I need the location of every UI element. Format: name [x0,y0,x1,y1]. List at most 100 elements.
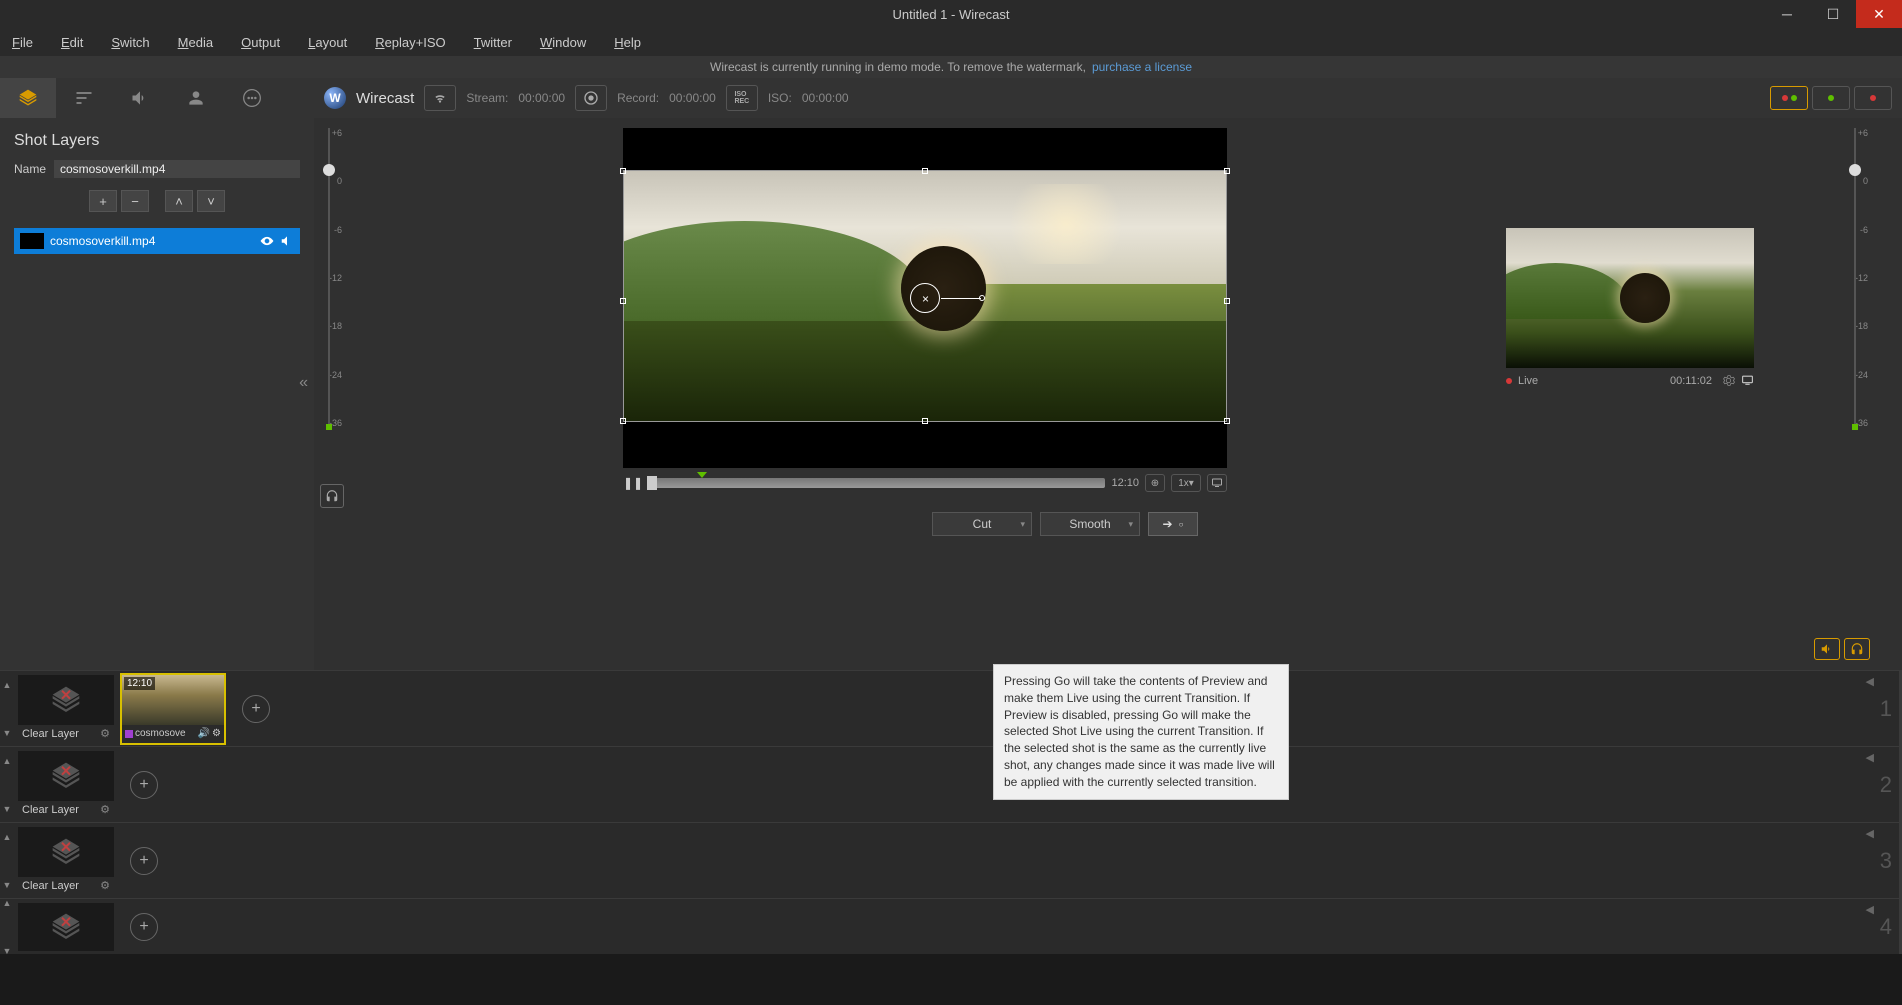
master-layer-1: ▲▼ Clear Layer⚙ 12:10 cosmosove🔊⚙ + ◀ 1 [0,670,1902,746]
live-vu-meter: +6 0 -6 -12 -18 -24 -36 [1840,128,1870,468]
menu-media[interactable]: Media [178,35,213,50]
speaker-icon [1820,642,1834,656]
add-shot-button[interactable]: + [130,913,158,941]
clear-layers-icon [46,684,86,716]
add-shot-button[interactable]: + [242,695,270,723]
gear-icon[interactable]: ⚙ [212,728,221,739]
transition-cut[interactable]: Cut▾ [932,512,1032,536]
preview-canvas[interactable]: × [623,128,1227,468]
stream-time: 00:00:00 [518,91,565,105]
headphones-button[interactable] [320,484,344,508]
clear-layer-tile[interactable]: Clear Layer⚙ [18,751,114,819]
person-icon [186,88,206,108]
live-time: 00:11:02 [1670,375,1712,387]
eye-icon[interactable] [260,234,274,248]
monitor-icon[interactable] [1741,374,1754,387]
menu-window[interactable]: Window [540,35,586,50]
demo-text: Wirecast is currently running in demo mo… [710,60,1086,74]
status-indicator-2[interactable] [1812,86,1850,110]
clear-layers-icon [46,911,86,943]
live-speaker-button[interactable] [1814,638,1840,660]
layer-item-thumb [20,233,44,249]
menu-replay[interactable]: Replay+ISO [375,35,445,50]
layer-item-label: cosmosoverkill.mp4 [50,234,155,248]
wirecast-logo-icon: W [324,87,346,109]
menu-switch[interactable]: Switch [111,35,149,50]
preview-vu-meter: +6 0 -6 -12 -18 -24 -36 [314,128,344,468]
go-tooltip: Pressing Go will take the contents of Pr… [993,664,1289,800]
tab-audio[interactable] [112,78,168,118]
layers-icon [18,88,38,108]
name-input[interactable] [54,160,300,178]
speaker-icon[interactable] [280,234,294,248]
shot-tile[interactable]: 12:10 cosmosove🔊⚙ [120,673,226,745]
speed-button[interactable]: 1x ▾ [1171,474,1201,492]
iso-button[interactable]: ISOREC [726,85,758,111]
vu-knob[interactable] [323,164,335,176]
status-indicator-3[interactable] [1854,86,1892,110]
tab-layers[interactable] [0,78,56,118]
clear-layer-tile[interactable]: Clear Layer⚙ [18,827,114,895]
move-up-button[interactable]: ˄ [165,190,193,212]
toolbar: W Wirecast Stream: 00:00:00 Record: 00:0… [314,78,1902,118]
add-layer-button[interactable]: + [89,190,117,212]
go-button[interactable]: ➔ ○ [1148,512,1198,536]
master-layers: ▲▼ Clear Layer⚙ 12:10 cosmosove🔊⚙ + ◀ 1 … [0,670,1902,954]
record-button[interactable] [575,85,607,111]
live-column: Live 00:11:02 +6 0 -6 -12 -18 -24 -36 [1506,128,1886,670]
move-down-button[interactable]: ˅ [197,190,225,212]
maximize-button[interactable]: ☐ [1810,0,1856,28]
gear-icon[interactable]: ⚙ [100,727,110,740]
brand-label: Wirecast [356,90,414,107]
live-headphones-button[interactable] [1844,638,1870,660]
close-button[interactable]: ✕ [1856,0,1902,28]
tab-more[interactable] [224,78,280,118]
panel-title: Shot Layers [0,118,314,160]
master-layer-3: ▲▼ Clear Layer⚙ + ◀ 3 [0,822,1902,898]
menu-twitter[interactable]: Twitter [474,35,512,50]
titlebar: Untitled 1 - Wirecast ─ ☐ ✕ [0,0,1902,28]
vu-level [326,424,332,430]
minimize-button[interactable]: ─ [1764,0,1810,28]
stream-label: Stream: [466,91,508,105]
monitor-button[interactable] [1207,474,1227,492]
name-label: Name [14,162,54,176]
menu-file[interactable]: File [12,35,33,50]
clear-layers-icon [46,760,86,792]
left-panel: Shot Layers Name + − ˄ ˅ cosmosoverkill.… [0,78,314,670]
gear-icon[interactable] [1722,374,1735,387]
menu-layout[interactable]: Layout [308,35,347,50]
center-area: W Wirecast Stream: 00:00:00 Record: 00:0… [314,78,1902,670]
rotate-handle[interactable]: × [910,283,940,313]
clear-layer-tile[interactable]: Clear Layer⚙ [18,675,114,743]
menubar: File Edit Switch Media Output Layout Rep… [0,28,1902,56]
clear-layer-tile[interactable] [18,903,114,951]
window-title: Untitled 1 - Wirecast [892,7,1009,22]
speaker-icon [130,88,150,108]
master-layer-2: ▲▼ Clear Layer⚙ + ◀ 2 [0,746,1902,822]
menu-edit[interactable]: Edit [61,35,83,50]
monitor-icon [1211,477,1223,489]
pause-button[interactable]: ❚❚ [623,476,641,490]
collapse-panel-button[interactable]: « [299,374,308,392]
zoom-button[interactable]: ⊕ [1145,474,1165,492]
record-time: 00:00:00 [669,91,716,105]
add-shot-button[interactable]: + [130,847,158,875]
remove-layer-button[interactable]: − [121,190,149,212]
tab-person[interactable] [168,78,224,118]
scrubber-time: 12:10 [1111,477,1139,489]
menu-output[interactable]: Output [241,35,280,50]
layer-item[interactable]: cosmosoverkill.mp4 [14,228,300,254]
status-indicator-1[interactable] [1770,86,1808,110]
add-shot-button[interactable]: + [130,771,158,799]
scrubber-track[interactable] [647,478,1105,488]
shot-time: 12:10 [124,677,155,690]
record-label: Record: [617,91,659,105]
stream-button[interactable] [424,85,456,111]
tab-sliders[interactable] [56,78,112,118]
purchase-link[interactable]: purchase a license [1092,60,1192,74]
menu-help[interactable]: Help [614,35,641,50]
iso-time: 00:00:00 [802,91,849,105]
master-layer-4: ▲▼ + ◀ 4 [0,898,1902,954]
transition-smooth[interactable]: Smooth▾ [1040,512,1140,536]
